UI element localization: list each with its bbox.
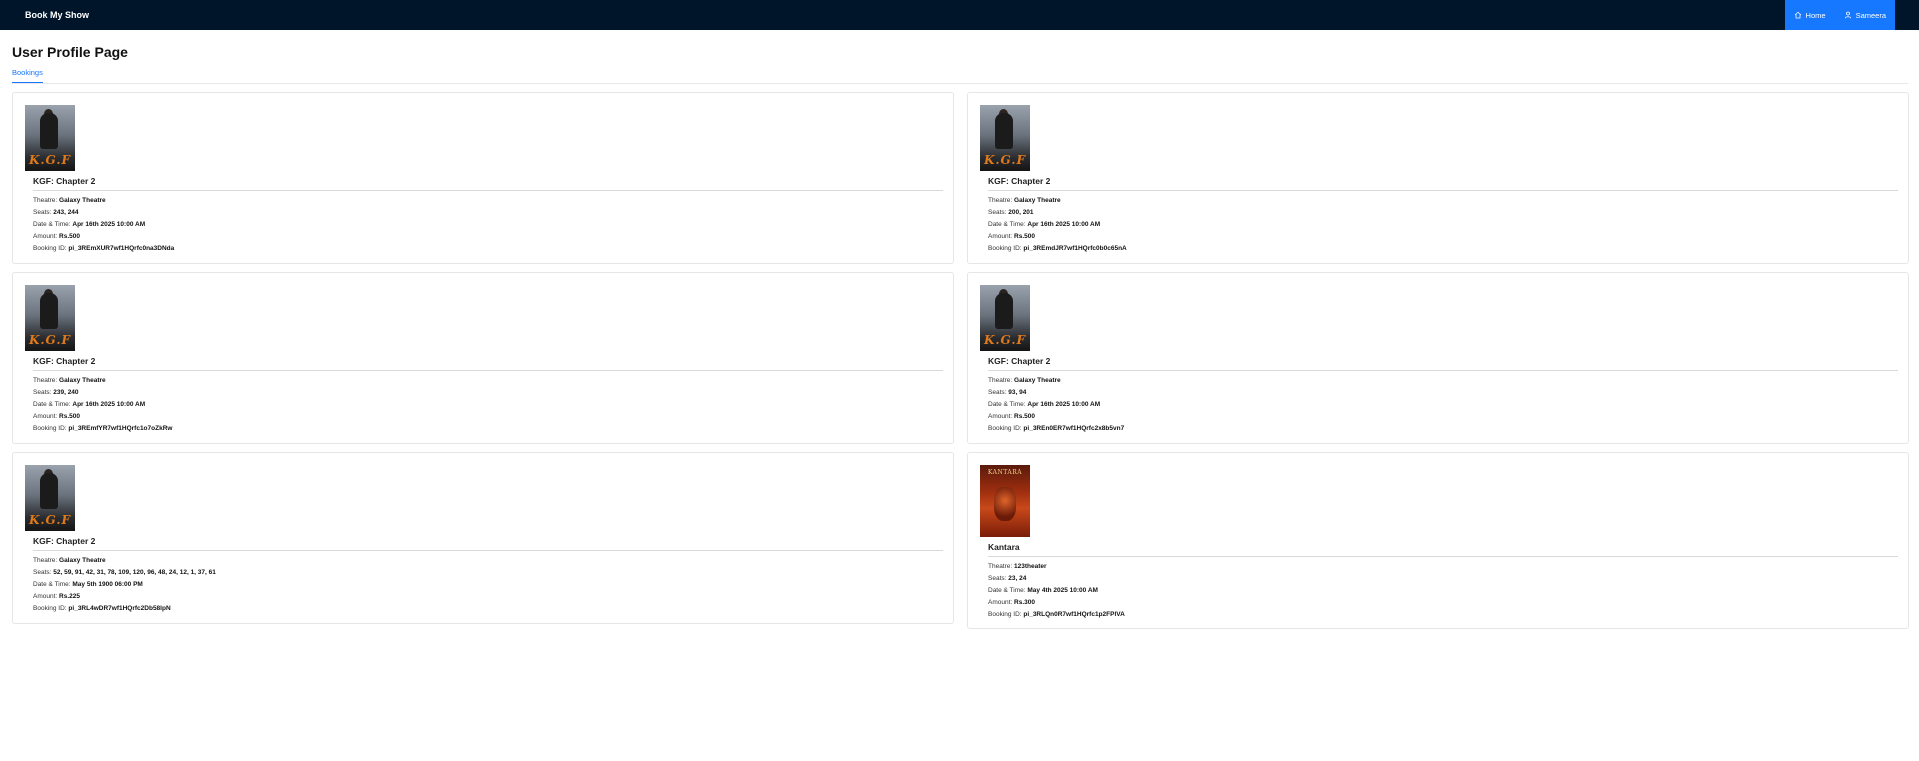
seats-row: Seats: 243, 244 [33,209,79,216]
home-icon [1794,11,1802,19]
nav-menu: Home Sameera [1784,0,1895,30]
seats-row: Seats: 239, 240 [33,389,79,396]
movie-poster: K.G.F [980,105,1030,171]
booking-card: K.G.F KGF: Chapter 2 Theatre: Galaxy The… [12,452,954,624]
booking-details: Theatre: Galaxy Theatre Seats: 239, 240 … [33,375,941,435]
movie-title: Kantara [988,542,1898,557]
nav-user-label: Sameera [1855,10,1886,20]
amount-row: Amount: Rs.300 [988,599,1035,606]
booking-id-row: Booking ID: pi_3REn0ER7wf1HQrfc2x8b5vn7 [988,425,1125,432]
booking-details: Theatre: Galaxy Theatre Seats: 52, 59, 9… [33,555,941,615]
movie-poster: K.G.F [25,105,75,171]
theatre-row: Theatre: Galaxy Theatre [988,377,1061,384]
user-icon [1844,11,1852,19]
tab-bookings[interactable]: Bookings [12,68,43,83]
bookings-grid: K.G.F KGF: Chapter 2 Theatre: Galaxy The… [12,92,1909,732]
booking-id-row: Booking ID: pi_3REmdJR7wf1HQrfc0b0c65nA [988,245,1127,252]
booking-details: Theatre: Galaxy Theatre Seats: 93, 94 Da… [988,375,1896,435]
amount-row: Amount: Rs.500 [988,413,1035,420]
theatre-row: Theatre: 123theater [988,563,1047,570]
booking-card: K.G.F KGF: Chapter 2 Theatre: Galaxy The… [967,92,1909,264]
movie-title: KGF: Chapter 2 [988,356,1898,371]
movie-title: KGF: Chapter 2 [33,536,943,551]
booking-details: Theatre: Galaxy Theatre Seats: 243, 244 … [33,195,941,255]
datetime-row: Date & Time: Apr 16th 2025 10:00 AM [33,221,146,228]
amount-row: Amount: Rs.500 [33,233,80,240]
booking-card: K.G.F KGF: Chapter 2 Theatre: Galaxy The… [12,272,954,444]
page-title: User Profile Page [12,44,128,60]
nav-home-button[interactable]: Home [1784,0,1835,30]
theatre-row: Theatre: Galaxy Theatre [33,377,106,384]
top-nav-bar: Book My Show Home Sameera [0,0,1919,30]
booking-id-row: Booking ID: pi_3REmfYR7wf1HQrfc1o7oZkRw [33,425,173,432]
booking-card: K.G.F KGF: Chapter 2 Theatre: Galaxy The… [967,272,1909,444]
seats-row: Seats: 93, 94 [988,389,1027,396]
theatre-row: Theatre: Galaxy Theatre [33,557,106,564]
nav-user-button[interactable]: Sameera [1834,0,1895,30]
booking-details: Theatre: 123theater Seats: 23, 24 Date &… [988,561,1896,621]
booking-id-row: Booking ID: pi_3REmXUR7wf1HQrfc0na3DNda [33,245,175,252]
seats-row: Seats: 52, 59, 91, 42, 31, 78, 109, 120,… [33,569,216,576]
datetime-row: Date & Time: Apr 16th 2025 10:00 AM [988,221,1101,228]
datetime-row: Date & Time: Apr 16th 2025 10:00 AM [988,401,1101,408]
tab-bar: Bookings [12,66,1908,84]
amount-row: Amount: Rs.225 [33,593,80,600]
booking-card: KANTARA Kantara Theatre: 123theater Seat… [967,452,1909,629]
movie-title: KGF: Chapter 2 [33,356,943,371]
theatre-row: Theatre: Galaxy Theatre [33,197,106,204]
datetime-row: Date & Time: May 4th 2025 10:00 AM [988,587,1098,594]
booking-id-row: Booking ID: pi_3RLQn0R7wf1HQrfc1p2FPlVA [988,611,1125,618]
theatre-row: Theatre: Galaxy Theatre [988,197,1061,204]
amount-row: Amount: Rs.500 [33,413,80,420]
datetime-row: Date & Time: May 5th 1900 06:00 PM [33,581,143,588]
booking-details: Theatre: Galaxy Theatre Seats: 200, 201 … [988,195,1896,255]
nav-home-label: Home [1805,10,1826,20]
movie-poster: K.G.F [980,285,1030,351]
movie-title: KGF: Chapter 2 [33,176,943,191]
booking-id-row: Booking ID: pi_3RL4wDR7wf1HQrfc2Db58lpN [33,605,171,612]
brand-logo[interactable]: Book My Show [0,10,89,20]
amount-row: Amount: Rs.500 [988,233,1035,240]
seats-row: Seats: 23, 24 [988,575,1027,582]
datetime-row: Date & Time: Apr 16th 2025 10:00 AM [33,401,146,408]
booking-card: K.G.F KGF: Chapter 2 Theatre: Galaxy The… [12,92,954,264]
seats-row: Seats: 200, 201 [988,209,1034,216]
movie-poster: K.G.F [25,285,75,351]
movie-title: KGF: Chapter 2 [988,176,1898,191]
movie-poster: KANTARA [980,465,1030,537]
movie-poster: K.G.F [25,465,75,531]
